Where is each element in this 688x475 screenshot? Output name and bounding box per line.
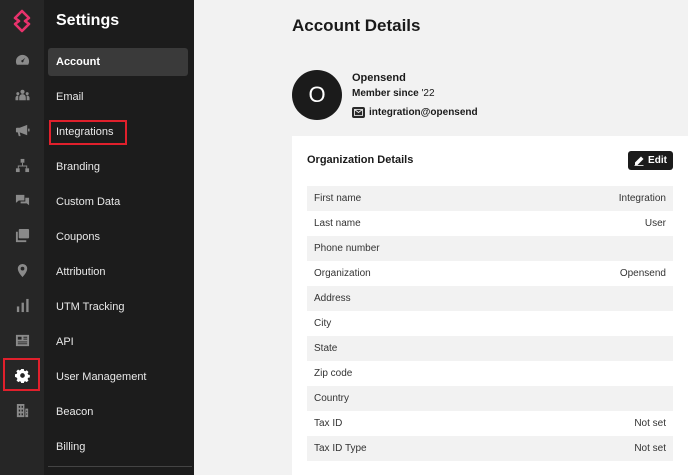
row-label: First name (314, 193, 362, 204)
organization-details-card: Organization Details Edit First name Int… (292, 136, 688, 475)
org-row-phone-number: Phone number (307, 236, 673, 261)
row-label: Tax ID Type (314, 443, 367, 454)
settings-item-account[interactable]: Account (48, 48, 188, 76)
settings-item-utm-tracking[interactable]: UTM Tracking (48, 293, 188, 321)
email-row: integration@opensend (352, 107, 478, 118)
settings-item-attribution[interactable]: Attribution (48, 258, 188, 286)
row-value: Not set (634, 443, 666, 454)
chat-icon[interactable] (12, 190, 32, 210)
organization-details-title: Organization Details (307, 154, 414, 166)
hierarchy-icon[interactable] (12, 155, 32, 175)
icon-rail (0, 0, 44, 475)
org-row-city: City (307, 311, 673, 336)
settings-item-branding[interactable]: Branding (48, 153, 188, 181)
settings-item-beacon[interactable]: Beacon (48, 398, 188, 426)
edit-button-label: Edit (648, 155, 667, 166)
location-icon[interactable] (12, 260, 32, 280)
megaphone-icon[interactable] (12, 120, 32, 140)
row-value: User (644, 218, 666, 229)
settings-item-email[interactable]: Email (48, 83, 188, 111)
org-row-address: Address (307, 286, 673, 311)
row-value: Opensend (619, 268, 666, 279)
settings-title: Settings (56, 12, 120, 29)
pencil-icon (634, 156, 644, 166)
org-row-first-name: First name Integration (307, 186, 673, 211)
bar-chart-icon[interactable] (12, 295, 32, 315)
row-label: Country (314, 393, 350, 404)
dashboard-icon[interactable] (12, 50, 32, 70)
row-label: Tax ID (314, 418, 343, 429)
row-label: Address (314, 293, 351, 304)
row-label: Phone number (314, 243, 380, 254)
org-row-tax-id: Tax ID Not set (307, 411, 673, 436)
settings-divider (48, 466, 192, 467)
mail-icon (352, 107, 365, 118)
settings-menu: Settings Account Email Integrations Bran… (44, 0, 194, 475)
row-label: Organization (314, 268, 371, 279)
row-label: City (314, 318, 332, 329)
audience-icon[interactable] (12, 85, 32, 105)
gear-icon-highlight (3, 358, 40, 391)
org-row-zip-code: Zip code (307, 361, 673, 386)
settings-item-user-management[interactable]: User Management (48, 363, 188, 391)
opensend-logo-icon[interactable] (10, 9, 34, 33)
building-icon[interactable] (12, 400, 32, 420)
main-content: Account Details O Opensend Member since … (194, 0, 688, 475)
row-value: Integration (618, 193, 666, 204)
profile-email: integration@opensend (369, 107, 478, 118)
row-label: Last name (314, 218, 361, 229)
edit-button[interactable]: Edit (628, 151, 673, 170)
org-row-country: Country (307, 386, 673, 411)
member-since-value: '22 (421, 88, 435, 99)
page-title: Account Details (292, 16, 421, 35)
member-since: Member since '22 (352, 88, 435, 99)
org-row-last-name: Last name User (307, 211, 673, 236)
org-row-tax-id-type: Tax ID Type Not set (307, 436, 673, 461)
org-row-organization: Organization Opensend (307, 261, 673, 286)
settings-item-coupons[interactable]: Coupons (48, 223, 188, 251)
settings-item-api[interactable]: API (48, 328, 188, 356)
row-label: State (314, 343, 338, 354)
avatar: O (292, 70, 342, 120)
row-value: Not set (634, 418, 666, 429)
profile-name: Opensend (352, 72, 406, 84)
member-since-label: Member since (352, 88, 419, 99)
integrations-highlight (49, 120, 127, 145)
org-row-state: State (307, 336, 673, 361)
newspaper-icon[interactable] (12, 330, 32, 350)
gallery-icon[interactable] (12, 225, 32, 245)
row-label: Zip code (314, 368, 353, 379)
settings-item-billing[interactable]: Billing (48, 433, 188, 461)
settings-item-custom-data[interactable]: Custom Data (48, 188, 188, 216)
